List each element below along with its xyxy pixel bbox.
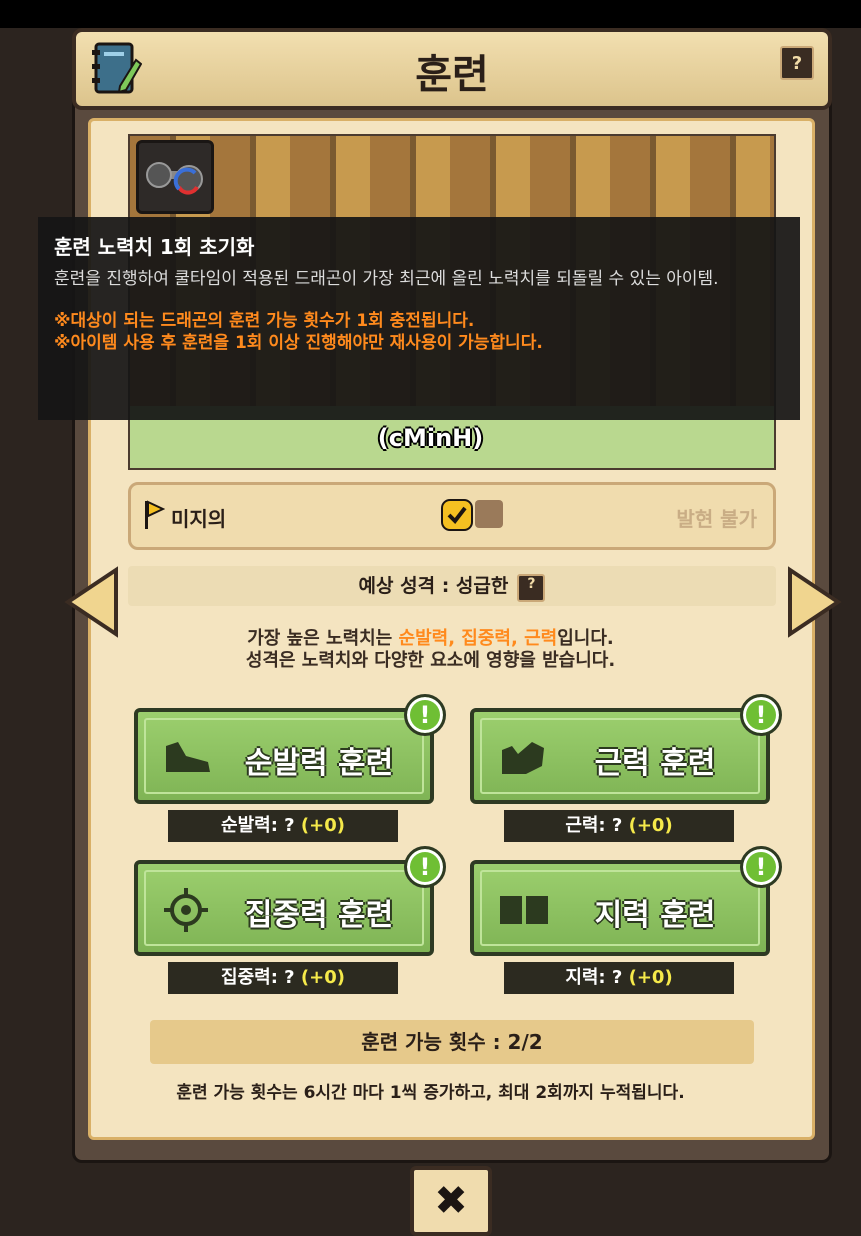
focus-training-button[interactable]: 집중력 훈련 !	[134, 846, 446, 956]
intellect-stat: 지력: ? (+0)	[504, 962, 734, 994]
flag-icon	[145, 500, 165, 529]
stat-plus: (+0)	[628, 967, 673, 988]
header: 훈련 ?	[72, 28, 832, 110]
top-bar	[0, 0, 861, 28]
training-count: 훈련 가능 횟수 : 2/2	[150, 1020, 754, 1064]
dragon-name: (cMinH)	[377, 424, 484, 452]
stat-value: 지력: ?	[565, 967, 623, 988]
trait-label: 미지의	[171, 507, 227, 531]
muscle-icon	[502, 742, 544, 774]
close-button[interactable]: ✖	[410, 1166, 492, 1236]
info-suffix: 입니다.	[557, 628, 614, 649]
tooltip-warning-2: ※아이템 사용 후 훈련을 1회 이상 진행해야만 재사용이 가능합니다.	[54, 333, 543, 353]
trait-bar: 미지의 발현 불가	[128, 482, 776, 550]
notice-icon: !	[404, 694, 446, 736]
shoe-icon	[166, 742, 210, 772]
dumbbell-icon	[146, 162, 203, 195]
notice-icon: !	[740, 846, 782, 888]
trait-status: 발현 불가	[676, 507, 757, 531]
tooltip-title: 훈련 노력치 1회 초기화	[54, 235, 255, 259]
training-label: 근력 훈련	[594, 746, 716, 781]
stat-value: 순발력: ?	[221, 815, 295, 836]
info-prefix: 가장 높은 노력치는	[247, 628, 399, 649]
focus-stat: 집중력: ? (+0)	[168, 962, 398, 994]
personality-text: 예상 성격 : 성급한	[358, 575, 509, 597]
agility-training-button[interactable]: 순발력 훈련 !	[134, 694, 446, 804]
page-title: 훈련	[415, 52, 489, 98]
stat-value: 집중력: ?	[221, 967, 295, 988]
stat-plus: (+0)	[300, 815, 345, 836]
training-label: 집중력 훈련	[244, 898, 394, 933]
training-count-note: 훈련 가능 횟수는 6시간 마다 1씩 증가하고, 최대 2회까지 누적됩니다.	[176, 1083, 685, 1103]
trait-slot	[475, 500, 503, 528]
target-icon	[164, 888, 208, 932]
personality-bar: 예상 성격 : 성급한 ?	[128, 566, 776, 606]
info-line-2: 성격은 노력치와 다양한 요소에 영향을 받습니다.	[245, 650, 616, 671]
personality-help-button[interactable]: ?	[517, 573, 546, 602]
training-label: 순발력 훈련	[244, 746, 394, 781]
help-button[interactable]: ?	[780, 46, 814, 80]
info-highlight: 순발력, 집중력, 근력	[398, 628, 558, 649]
book-icon	[500, 896, 548, 924]
checkmark-icon	[441, 499, 473, 531]
tooltip-description: 훈련을 진행하여 쿨타임이 적용된 드래곤이 가장 최근에 올린 노력치를 되돌…	[54, 269, 719, 289]
notice-icon: !	[740, 694, 782, 736]
stat-plus: (+0)	[300, 967, 345, 988]
training-label: 지력 훈련	[594, 898, 716, 933]
info-line-1: 가장 높은 노력치는 순발력, 집중력, 근력입니다.	[0, 628, 861, 650]
intellect-training-button[interactable]: 지력 훈련 !	[470, 846, 782, 956]
stat-plus: (+0)	[628, 815, 673, 836]
strength-training-button[interactable]: 근력 훈련 !	[470, 694, 782, 804]
strength-stat: 근력: ? (+0)	[504, 810, 734, 842]
info-text: 가장 높은 노력치는 순발력, 집중력, 근력입니다. 성격은 노력치와 다양한…	[0, 628, 861, 672]
tooltip-warning-1: ※대상이 되는 드래곤의 훈련 가능 횟수가 1회 충전됩니다.	[54, 311, 475, 331]
stat-value: 근력: ?	[565, 815, 623, 836]
agility-stat: 순발력: ? (+0)	[168, 810, 398, 842]
notice-icon: !	[404, 846, 446, 888]
item-tooltip: 훈련 노력치 1회 초기화 훈련을 진행하여 쿨타임이 적용된 드래곤이 가장 …	[38, 217, 800, 420]
reset-item-slot[interactable]	[136, 140, 214, 214]
